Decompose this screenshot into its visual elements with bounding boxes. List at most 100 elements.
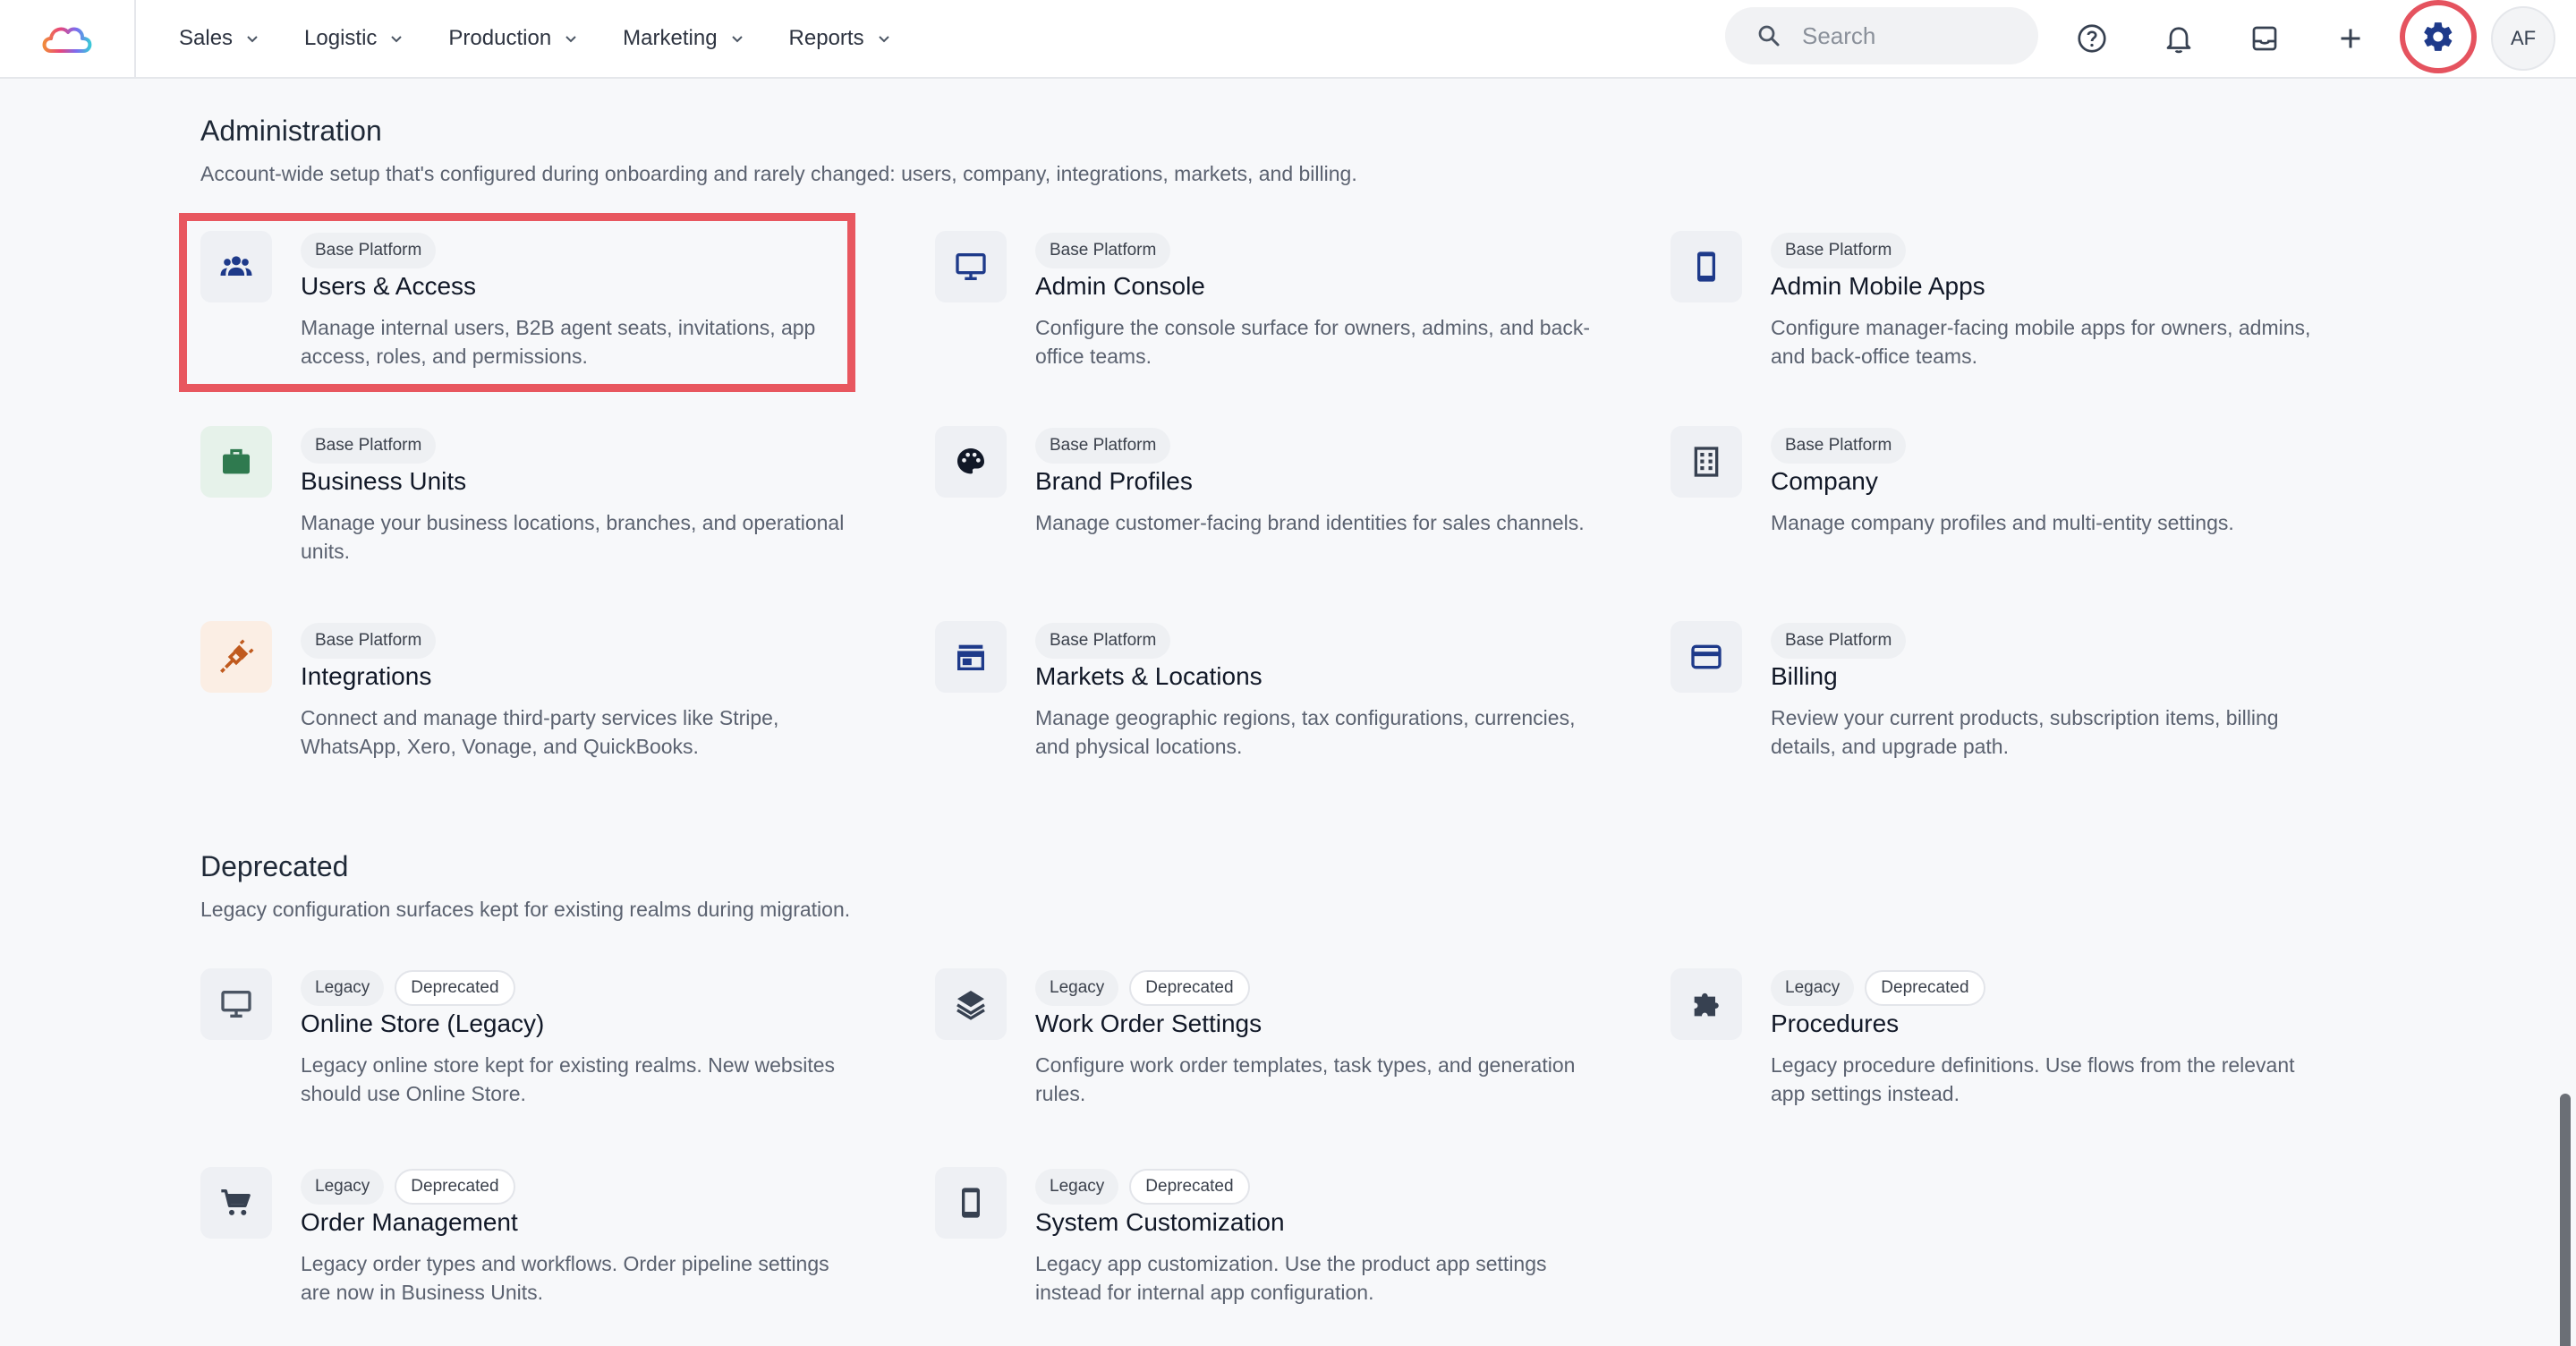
card-admin-mobile-apps[interactable]: Base Platform Admin Mobile Apps Configur… [1671, 231, 2351, 410]
notifications-button[interactable] [2154, 13, 2204, 64]
card-business-units[interactable]: Base Platform Business Units Manage your… [200, 426, 880, 605]
tag-base-platform: Base Platform [301, 428, 437, 464]
section-title-deprecated: Deprecated [200, 850, 349, 882]
card-icon [935, 621, 1007, 693]
top-bar: Sales Logistic Production Marketing Repo… [0, 0, 2576, 79]
card-icon [935, 426, 1007, 498]
card-tags: Base Platform [301, 233, 437, 268]
search-box[interactable] [1725, 7, 2038, 64]
section-description-administration: Account-wide setup that's configured dur… [200, 162, 1357, 185]
card-description: Legacy procedure definitions. Use flows … [1771, 1053, 2295, 1105]
card-order-management[interactable]: Legacy Deprecated Order Management Legac… [200, 1167, 880, 1346]
tag-base-platform: Base Platform [301, 623, 437, 659]
card-tags: Base Platform [301, 623, 437, 659]
card-description: Configure the console surface for owners… [1035, 316, 1591, 368]
card-tags: Base Platform [1035, 233, 1171, 268]
nav-label: Marketing [623, 26, 718, 50]
chevron-down-icon [731, 36, 743, 43]
card-icon [1671, 426, 1742, 498]
help-icon [2078, 24, 2106, 53]
users-icon [220, 256, 252, 276]
card-description: Manage company profiles and multi-entity… [1771, 511, 2234, 534]
card-tags: Legacy Deprecated [301, 1169, 515, 1205]
card-description: Legacy order types and workflows. Order … [301, 1252, 829, 1304]
card-brand-profiles[interactable]: Base Platform Brand Profiles Manage cust… [935, 426, 1615, 605]
card-title: Users & Access [301, 272, 477, 300]
section-description-deprecated: Legacy configuration surfaces kept for e… [200, 898, 851, 921]
puzzle-icon [1694, 992, 1719, 1017]
card-tags: Base Platform [1035, 623, 1171, 659]
nav-production[interactable]: Production [448, 26, 578, 51]
card-title: Online Store (Legacy) [301, 1010, 545, 1037]
card-title: Work Order Settings [1035, 1010, 1262, 1037]
card-online-store-legacy[interactable]: Legacy Deprecated Online Store (Legacy) … [200, 968, 880, 1147]
card-title: Business Units [301, 467, 467, 495]
card-description: Manage your business locations, branches… [301, 511, 845, 563]
help-button[interactable] [2067, 13, 2117, 64]
nav-marketing[interactable]: Marketing [623, 26, 744, 51]
card-procedures[interactable]: Legacy Deprecated Procedures Legacy proc… [1671, 968, 2351, 1147]
gear-icon [2424, 22, 2453, 51]
logo[interactable] [0, 0, 136, 77]
card-users-access[interactable]: Base Platform Users & Access Manage inte… [200, 231, 880, 410]
card-icon [1671, 968, 1742, 1040]
scrollbar-thumb[interactable] [2560, 1094, 2571, 1346]
chevron-down-icon [878, 36, 889, 43]
card-icon [1671, 621, 1742, 693]
card-description: Manage internal users, B2B agent seats, … [301, 316, 816, 368]
cart-icon [221, 1189, 251, 1215]
card-admin-console[interactable]: Base Platform Admin Console Configure th… [935, 231, 1615, 410]
tag-deprecated: Deprecated [1865, 970, 1985, 1006]
card-tags: Base Platform [1035, 428, 1171, 464]
tag-base-platform: Base Platform [1771, 233, 1907, 268]
nav-label: Sales [179, 26, 234, 50]
tag-deprecated: Deprecated [395, 970, 515, 1006]
credit-card-icon [1691, 644, 1722, 669]
card-description: Legacy app customization. Use the produc… [1035, 1252, 1547, 1304]
card-title: Admin Mobile Apps [1771, 272, 1985, 300]
tag-base-platform: Base Platform [1035, 428, 1171, 464]
avatar[interactable]: AF [2491, 6, 2555, 71]
card-tags: Legacy Deprecated [1771, 970, 1985, 1006]
layers-icon [956, 991, 985, 1020]
add-button[interactable] [2325, 13, 2376, 64]
monitor-icon [956, 253, 986, 280]
card-work-order-settings[interactable]: Legacy Deprecated Work Order Settings Co… [935, 968, 1615, 1147]
section-title-administration: Administration [200, 115, 382, 147]
tag-legacy: Legacy [301, 970, 385, 1006]
cloud-logo-icon [42, 27, 92, 53]
card-icon [935, 1167, 1007, 1239]
plug-icon [220, 639, 254, 673]
nav-sales[interactable]: Sales [179, 26, 259, 51]
settings-button[interactable] [2400, 0, 2477, 73]
tag-deprecated: Deprecated [1129, 970, 1250, 1006]
desktop-icon [221, 991, 251, 1018]
scrollbar[interactable] [2555, 79, 2576, 1346]
avatar-initials: AF [2510, 27, 2537, 49]
search-input[interactable] [1802, 21, 2017, 50]
tag-legacy: Legacy [301, 1169, 385, 1205]
mobile-icon [962, 1188, 980, 1218]
nav-logistic[interactable]: Logistic [304, 26, 404, 51]
card-icon [200, 1167, 272, 1239]
bell-icon [2166, 27, 2191, 54]
card-markets-locations[interactable]: Base Platform Markets & Locations Manage… [935, 621, 1615, 800]
card-icon [935, 968, 1007, 1040]
nav-reports[interactable]: Reports [789, 26, 891, 51]
card-company[interactable]: Base Platform Company Manage company pro… [1671, 426, 2351, 605]
card-billing[interactable]: Base Platform Billing Review your curren… [1671, 621, 2351, 800]
inbox-icon [2252, 26, 2277, 51]
card-tags: Legacy Deprecated [301, 970, 515, 1006]
card-integrations[interactable]: Base Platform Integrations Connect and m… [200, 621, 880, 800]
nav-label: Reports [788, 26, 864, 50]
tag-deprecated: Deprecated [395, 1169, 515, 1205]
card-description: Legacy online store kept for existing re… [301, 1053, 836, 1105]
main-nav: Sales Logistic Production Marketing Repo… [179, 26, 936, 51]
card-title: Markets & Locations [1035, 662, 1262, 690]
card-title: System Customization [1035, 1208, 1285, 1236]
inbox-button[interactable] [2240, 13, 2290, 64]
plus-icon [2341, 29, 2360, 48]
mobile-icon [1697, 251, 1715, 282]
card-system-customization[interactable]: Legacy Deprecated System Customization L… [935, 1167, 1615, 1346]
card-title: Integrations [301, 662, 432, 690]
